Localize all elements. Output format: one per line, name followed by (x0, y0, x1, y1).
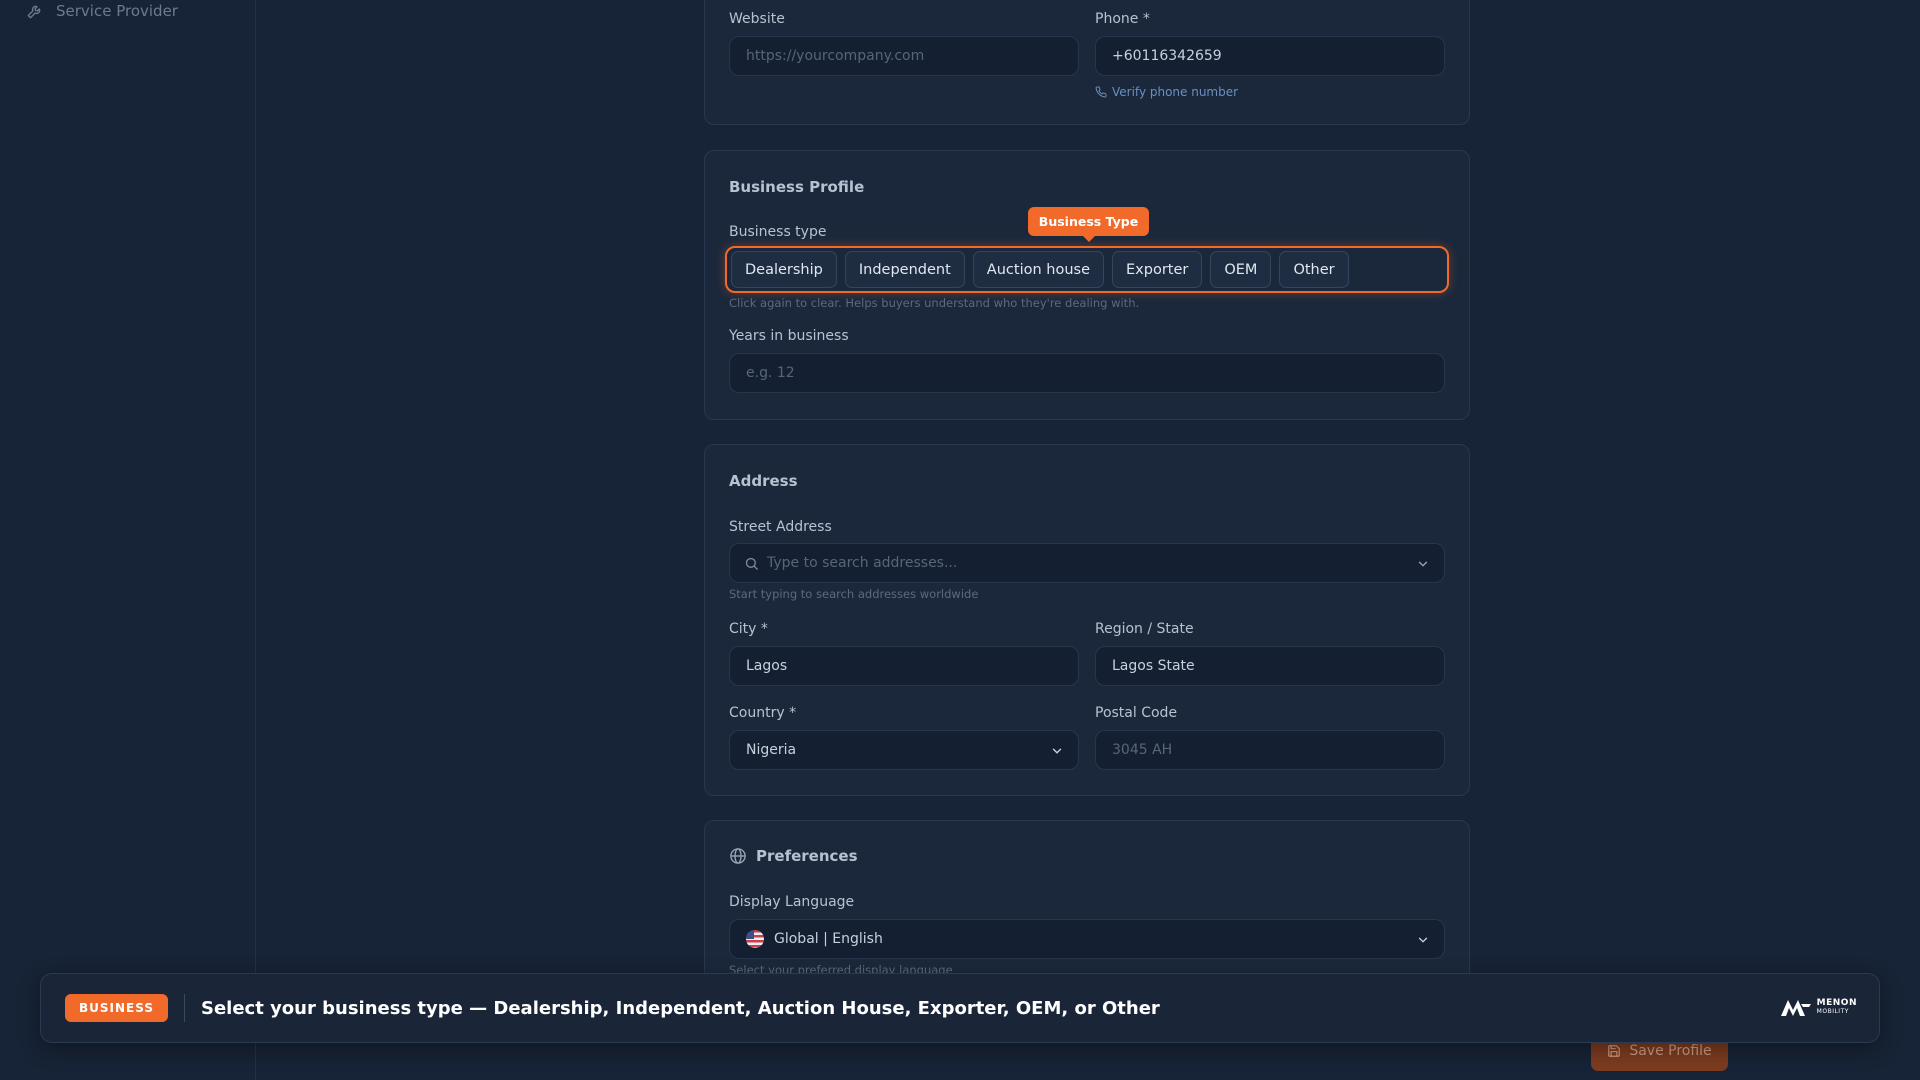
business-type-label: Business type (729, 224, 827, 240)
contact-card: Website https://yourcompany.com Phone * … (704, 0, 1470, 125)
phone-icon (1095, 86, 1107, 98)
street-address-search[interactable]: Type to search addresses... (729, 543, 1445, 583)
banner-text: Select your business type — Dealership, … (200, 997, 1160, 1019)
business-type-tooltip: Business Type (1028, 207, 1149, 242)
business-type-hint: Click again to clear. Helps buyers under… (729, 296, 1140, 310)
verify-phone-text: Verify phone number (1112, 85, 1239, 99)
years-input[interactable]: e.g. 12 (729, 353, 1445, 393)
postal-input[interactable]: 3045 AH (1095, 730, 1445, 770)
preferences-header: Preferences (729, 847, 858, 865)
business-profile-title: Business Profile (729, 178, 865, 196)
city-label: City * (729, 621, 768, 637)
banner-badge: BUSINESS (65, 994, 168, 1022)
logo-mark-icon (1780, 1000, 1811, 1016)
country-value: Nigeria (746, 742, 797, 758)
business-type-selector: Dealership Independent Auction house Exp… (725, 246, 1449, 293)
street-placeholder: Type to search addresses... (767, 555, 958, 571)
city-input[interactable]: Lagos (729, 646, 1079, 686)
address-title: Address (729, 472, 798, 490)
sidebar-item-service-provider[interactable]: Service Provider (26, 0, 178, 22)
country-select[interactable]: Nigeria (729, 730, 1079, 770)
menon-mobility-logo: MENON MOBILITY (1779, 996, 1857, 1018)
save-profile-label: Save Profile (1629, 1043, 1712, 1059)
chevron-down-icon (1052, 748, 1062, 754)
chip-other[interactable]: Other (1279, 251, 1349, 288)
banner-divider (183, 994, 185, 1022)
sidebar-item-label: Service Provider (56, 2, 178, 20)
years-label: Years in business (729, 328, 849, 344)
logo-text: MENON MOBILITY (1816, 998, 1857, 1016)
search-icon (745, 557, 758, 570)
chip-oem[interactable]: OEM (1210, 251, 1272, 288)
postal-label: Postal Code (1095, 705, 1178, 721)
address-card: Address Street Address Type to search ad… (704, 444, 1470, 796)
language-value: Global | English (774, 931, 883, 947)
website-label: Website (729, 11, 785, 27)
street-hint: Start typing to search addresses worldwi… (729, 587, 979, 601)
region-label: Region / State (1095, 621, 1194, 637)
street-label: Street Address (729, 519, 832, 535)
chip-dealership[interactable]: Dealership (731, 251, 837, 288)
chip-independent[interactable]: Independent (844, 251, 965, 288)
flag-icon (746, 930, 764, 948)
business-profile-card: Business Profile Business type Business … (704, 150, 1470, 420)
chevron-down-icon (1418, 561, 1428, 567)
save-icon (1608, 1045, 1621, 1057)
onboarding-banner: BUSINESS Select your business type — Dea… (40, 973, 1880, 1043)
website-input[interactable]: https://yourcompany.com (729, 36, 1079, 76)
preferences-title: Preferences (756, 847, 858, 865)
globe-icon (730, 848, 746, 864)
sidebar: Service Provider (0, 0, 256, 1080)
chip-exporter[interactable]: Exporter (1112, 251, 1203, 288)
country-label: Country * (729, 705, 797, 721)
language-select[interactable]: Global | English (729, 919, 1445, 959)
wrench-icon (27, 5, 41, 19)
main-content: Website https://yourcompany.com Phone * … (256, 0, 1920, 1080)
chip-auction-house[interactable]: Auction house (972, 251, 1104, 288)
phone-input[interactable]: +60116342659 (1095, 36, 1445, 76)
language-label: Display Language (729, 894, 855, 910)
verify-phone-link[interactable]: Verify phone number (1095, 85, 1238, 99)
phone-label: Phone * (1095, 11, 1150, 27)
chevron-down-icon (1418, 937, 1428, 943)
region-input[interactable]: Lagos State (1095, 646, 1445, 686)
